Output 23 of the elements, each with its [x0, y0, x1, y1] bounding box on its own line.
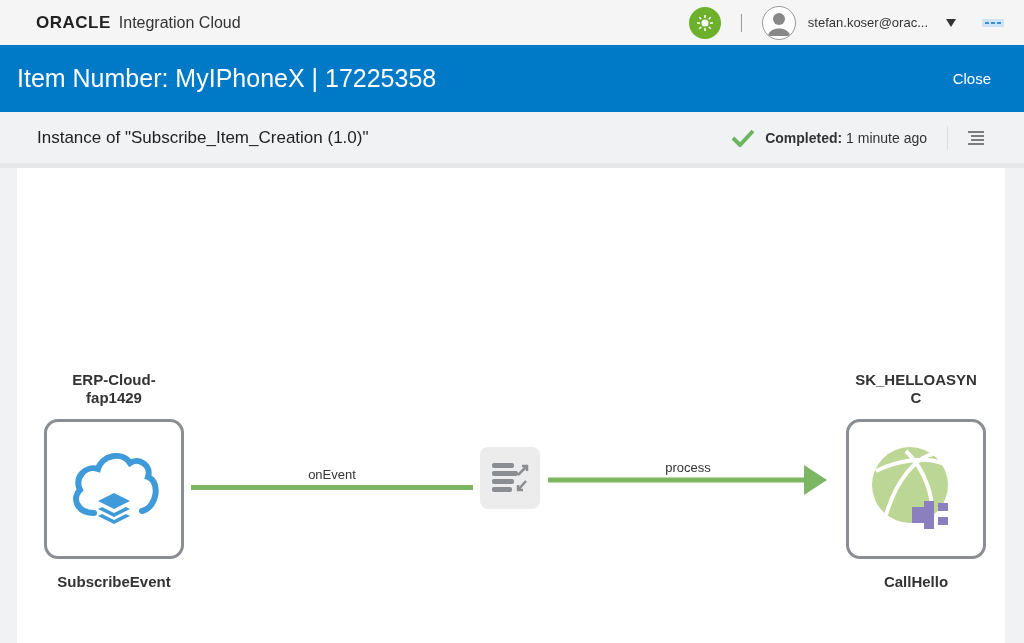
list-icon[interactable]	[968, 130, 984, 145]
status-text: Completed: 1 minute ago	[765, 129, 927, 146]
edge-label: onEvent	[308, 466, 356, 482]
mapper-icon	[490, 461, 530, 495]
product-name: Integration Cloud	[118, 13, 241, 32]
user-name[interactable]: stefan.koser@orac...	[807, 15, 928, 30]
sun-icon[interactable]	[688, 6, 721, 39]
instance-title: Instance of "Subscribe_Item_Creation (1.0)"	[37, 127, 370, 148]
brand-logo: ORACLE	[36, 12, 111, 33]
menu-icon[interactable]	[982, 18, 1004, 27]
connection-name: ERP-Cloud-fap1429	[71, 371, 157, 407]
edge-label: process	[665, 459, 711, 475]
connection-name: SK_HELLOASYNC	[854, 371, 978, 407]
flow-node[interactable]	[44, 419, 184, 559]
node-name: CallHello	[883, 573, 949, 590]
mapper-node[interactable]	[480, 447, 540, 509]
node-name: SubscribeEvent	[57, 573, 171, 590]
page-title: Item Number: MyIPhoneX | 17225358	[17, 64, 438, 93]
user-avatar[interactable]	[761, 5, 796, 40]
close-button[interactable]: Close	[948, 66, 995, 91]
flow-node[interactable]	[846, 419, 986, 559]
checkmark-icon	[731, 128, 756, 147]
caret-icon[interactable]	[946, 18, 956, 27]
